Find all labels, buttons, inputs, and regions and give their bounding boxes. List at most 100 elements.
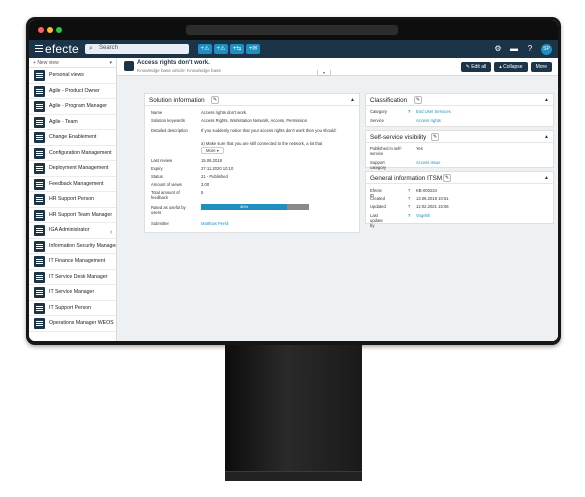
sidebar-item[interactable]: HR Support Team Manager bbox=[29, 208, 116, 223]
service-link[interactable]: Access rights bbox=[416, 118, 441, 123]
panel-title: Classification bbox=[370, 97, 408, 104]
field-label: Created bbox=[370, 196, 385, 201]
tab-chevron-icon[interactable]: ▾ bbox=[317, 70, 331, 76]
sidebar-item[interactable]: IT Service Manager bbox=[29, 285, 116, 301]
avatar[interactable]: SP bbox=[541, 43, 552, 55]
search-input[interactable]: ⌕ Search bbox=[85, 44, 189, 54]
collapse-button[interactable]: ▴ Collapse bbox=[494, 62, 528, 72]
view-list-icon bbox=[34, 116, 45, 128]
sidebar-item[interactable]: Information Security Management bbox=[29, 239, 116, 254]
edit-pencil-icon[interactable]: ✎ bbox=[414, 96, 422, 104]
collapse-sidebar-icon[interactable]: ‹ bbox=[110, 229, 112, 236]
solution-information-panel: Solution information ✎ ▲ Name Access righ… bbox=[144, 93, 360, 233]
page-actions: ✎ Edit all ▴ Collapse More bbox=[460, 62, 552, 72]
submitter-link[interactable]: Matthias Persli bbox=[201, 221, 228, 226]
sidebar-item[interactable]: Feedback Management bbox=[29, 177, 116, 192]
sidebar-item[interactable]: IT Service Desk Manager bbox=[29, 270, 116, 285]
edit-all-label: Edit all bbox=[471, 64, 487, 70]
app-logo[interactable]: efecte bbox=[45, 42, 79, 56]
description-more-button[interactable]: More ▾ bbox=[201, 147, 224, 154]
close-window-dot[interactable] bbox=[38, 27, 44, 33]
monitor-screen: efecte ⌕ Search +⚠ +⚠ +⇆ +✉ ⚙ ▬ ? SP + N… bbox=[29, 20, 558, 341]
chevron-up-icon[interactable]: ▲ bbox=[350, 97, 355, 103]
more-button[interactable]: More bbox=[530, 62, 552, 72]
view-list-icon bbox=[34, 194, 45, 205]
help-icon[interactable]: ? bbox=[525, 43, 535, 55]
chevron-up-icon[interactable]: ▲ bbox=[544, 134, 549, 140]
sidebar-item[interactable]: Deployment Management bbox=[29, 161, 116, 177]
support-category-link[interactable]: Access issue bbox=[416, 160, 440, 165]
view-list-icon bbox=[34, 163, 45, 174]
field-value: 3,00 bbox=[201, 182, 210, 187]
sidebar-item[interactable]: IGA Administrator bbox=[29, 223, 116, 239]
more-label: More bbox=[206, 148, 216, 153]
sidebar-item[interactable]: HR Support Person bbox=[29, 192, 116, 208]
self-service-panel: Self-service visibility ✎ ▲ Published in… bbox=[365, 130, 554, 170]
field-label: Updated bbox=[370, 204, 386, 209]
chevron-up-icon[interactable]: ▲ bbox=[544, 97, 549, 103]
sidebar-item[interactable]: Agile - Program Manager bbox=[29, 99, 116, 115]
minimize-window-dot[interactable] bbox=[47, 27, 53, 33]
panel-header: Solution information ✎ ▲ bbox=[145, 94, 359, 106]
edit-pencil-icon[interactable]: ✎ bbox=[431, 133, 439, 141]
required-marker: ? bbox=[408, 188, 411, 193]
edit-all-button[interactable]: ✎ Edit all bbox=[460, 62, 492, 72]
sidebar-item[interactable]: Agile - Product Owner bbox=[29, 84, 116, 99]
field-value: If you suddenly notice that your access … bbox=[201, 128, 337, 133]
sidebar-item[interactable]: IT Support Person bbox=[29, 301, 116, 316]
edit-pencil-icon[interactable]: ✎ bbox=[211, 96, 219, 104]
sidebar-item[interactable]: Change Enablement bbox=[29, 130, 116, 146]
sidebar-item[interactable]: Operations Manager WEOS bbox=[29, 316, 116, 332]
new-view-select[interactable]: + New view ▾ bbox=[29, 58, 116, 68]
view-list-icon bbox=[34, 256, 45, 267]
view-list-icon bbox=[34, 132, 45, 143]
sidebar-item[interactable]: Configuration Management bbox=[29, 146, 116, 161]
create-message-button[interactable]: +✉ bbox=[246, 44, 260, 54]
view-list-icon bbox=[34, 101, 45, 112]
sidebar-item[interactable]: Personal views bbox=[29, 68, 116, 84]
knowledge-article-icon bbox=[124, 61, 134, 71]
create-change-button[interactable]: +⇆ bbox=[230, 44, 244, 54]
field-value: a) Make sure that you are still connecte… bbox=[201, 141, 323, 146]
field-label: Name bbox=[151, 110, 163, 115]
sidebar-item-label: Feedback Management bbox=[49, 180, 104, 187]
gear-icon[interactable]: ⚙ bbox=[493, 43, 503, 55]
address-bar[interactable] bbox=[186, 25, 398, 35]
useful-rating-bar: 80% bbox=[201, 204, 309, 210]
maximize-window-dot[interactable] bbox=[56, 27, 62, 33]
required-marker: ? bbox=[408, 196, 411, 201]
edit-pencil-icon[interactable]: ✎ bbox=[443, 174, 451, 182]
monitor-frame: efecte ⌕ Search +⚠ +⚠ +⇆ +✉ ⚙ ▬ ? SP + N… bbox=[26, 17, 561, 345]
field-value: Access Rights, Workstation Network, Acce… bbox=[201, 118, 308, 123]
sidebar-item-label: Operations Manager WEOS bbox=[49, 320, 114, 326]
view-list-icon bbox=[34, 178, 45, 190]
field-value: KB-000234 bbox=[416, 188, 437, 193]
menu-icon[interactable] bbox=[35, 45, 43, 53]
page-subtitle: Knowledge base article: Knowledge base bbox=[137, 68, 222, 73]
sidebar-item-label: IT Finance Management bbox=[49, 258, 106, 264]
create-problem-button[interactable]: +⚠ bbox=[214, 44, 228, 54]
panel-header: Self-service visibility ✎ ▲ bbox=[366, 131, 553, 143]
sidebar-item-label: Configuration Management bbox=[49, 149, 112, 156]
category-link[interactable]: End User Services bbox=[416, 109, 451, 114]
field-label: Solution keywords bbox=[151, 118, 185, 123]
main-content: Access rights don't work. Knowledge base… bbox=[117, 58, 558, 341]
create-incident-button[interactable]: +⚠ bbox=[198, 44, 212, 54]
new-view-label: New view bbox=[37, 60, 59, 66]
sidebar-item[interactable]: IT Finance Management bbox=[29, 254, 116, 270]
sidebar-item-label: Agile - Product Owner bbox=[49, 87, 100, 94]
field-label: Category bbox=[370, 109, 387, 114]
chevron-down-icon: ▾ bbox=[216, 148, 219, 153]
chevron-up-icon[interactable]: ▲ bbox=[544, 175, 549, 181]
sidebar-item[interactable]: Agile - Team bbox=[29, 115, 116, 130]
field-label: Last update by bbox=[370, 213, 383, 228]
last-update-by-link[interactable]: Vogelth bbox=[416, 213, 430, 218]
folder-icon[interactable]: ▬ bbox=[509, 43, 519, 55]
field-value: Yes bbox=[416, 146, 423, 151]
collapse-label: Collapse bbox=[503, 64, 523, 70]
view-list-icon bbox=[34, 240, 45, 252]
panel-title: Self-service visibility bbox=[370, 134, 427, 141]
header-right: ⚙ ▬ ? SP bbox=[493, 43, 552, 55]
field-label: Submitter bbox=[151, 221, 169, 226]
sidebar-item-label: Deployment Management bbox=[49, 165, 109, 171]
